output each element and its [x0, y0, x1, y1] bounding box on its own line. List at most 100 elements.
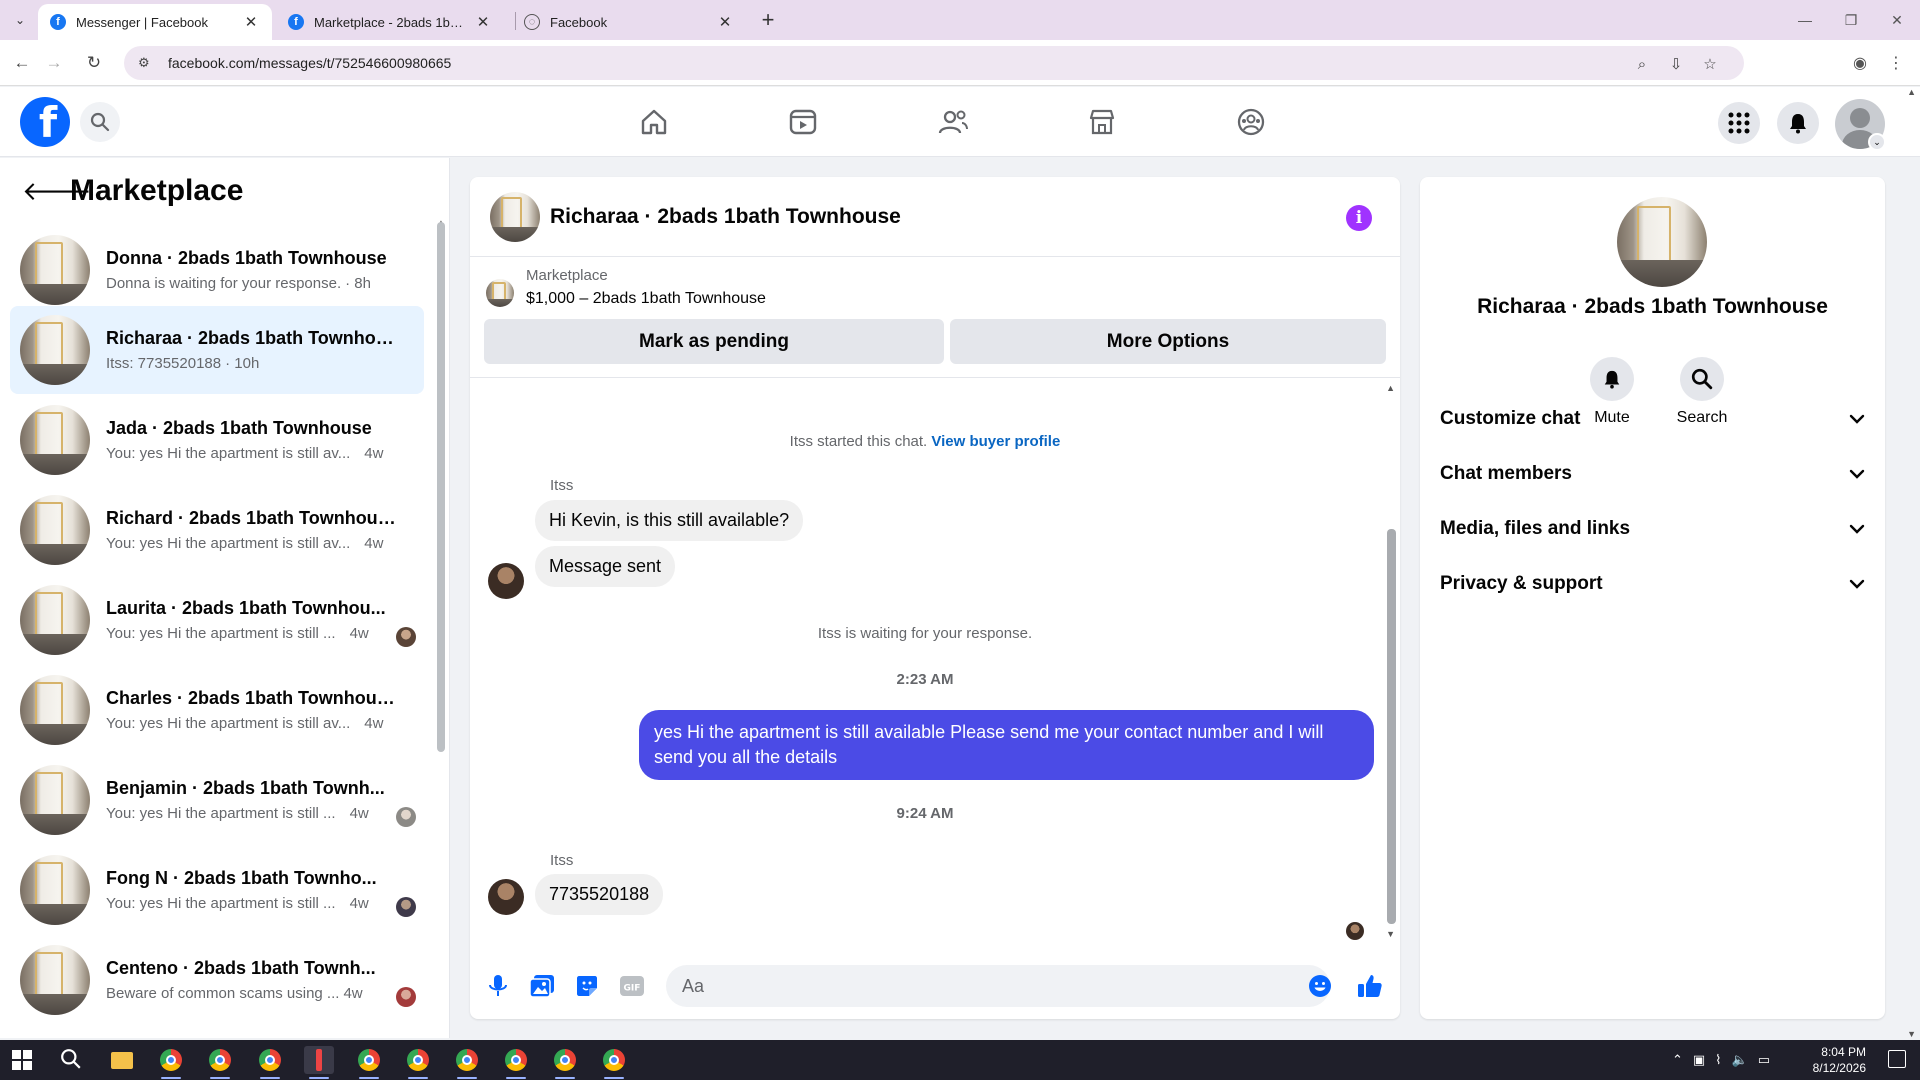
more-options-button[interactable]: More Options [950, 319, 1386, 364]
media-files-links-section[interactable]: Media, files and links [1440, 501, 1865, 556]
conversation-item-benjamin[interactable]: Benjamin · 2bads 1bath Townh... You: yes… [10, 756, 424, 844]
profile-icon[interactable]: ◉ [1848, 51, 1872, 75]
sender-avatar[interactable] [488, 879, 524, 915]
attach-photo-button[interactable] [528, 972, 556, 1000]
address-bar[interactable]: ⚙ facebook.com/messages/t/75254660098066… [124, 46, 1744, 80]
browser-menu-icon[interactable]: ⋮ [1884, 51, 1908, 75]
close-icon[interactable]: ✕ [716, 13, 734, 31]
sender-name: Itss [550, 852, 574, 869]
scroll-up-arrow[interactable]: ▲ [1386, 383, 1395, 393]
scroll-down-arrow[interactable]: ▼ [1386, 929, 1395, 939]
marketplace-nav[interactable] [1082, 102, 1122, 142]
device-icon[interactable]: ▣ [1693, 1052, 1705, 1068]
chevron-down-icon[interactable]: ⌄ [1868, 133, 1886, 151]
file-explorer-icon[interactable] [107, 1046, 137, 1074]
info-icon[interactable]: i [1346, 205, 1372, 231]
chrome-icon[interactable] [452, 1046, 482, 1074]
install-app-icon[interactable]: ⇩ [1666, 55, 1686, 73]
sender-avatar[interactable] [488, 563, 524, 599]
chat-listing-thumbnail[interactable] [490, 191, 540, 242]
groups-nav[interactable] [1231, 102, 1271, 142]
video-nav[interactable] [783, 102, 823, 142]
tab-search-menu-icon[interactable]: ⌄ [9, 9, 31, 31]
chrome-icon[interactable] [255, 1046, 285, 1074]
conversation-item-centeno[interactable]: Centeno · 2bads 1bath Townh... Beware of… [10, 936, 424, 1024]
network-icon[interactable]: ⌇ [1715, 1052, 1721, 1068]
chrome-icon[interactable] [599, 1046, 629, 1074]
conversation-item-richard[interactable]: Richard · 2bads 1bath Townhouse You: yes… [10, 486, 424, 574]
tab-marketplace[interactable]: f Marketplace - 2bads 1bath Townhouse ✕ [276, 4, 504, 40]
microphone-button[interactable] [484, 972, 512, 1000]
chrome-icon[interactable] [550, 1046, 580, 1074]
chrome-icon[interactable] [501, 1046, 531, 1074]
chrome-icon[interactable] [403, 1046, 433, 1074]
chrome-icon[interactable] [354, 1046, 384, 1074]
details-listing-thumbnail[interactable] [1617, 197, 1707, 287]
site-info-icon[interactable]: ⚙ [138, 55, 154, 71]
search-button[interactable] [80, 102, 120, 142]
reload-icon[interactable]: ↻ [82, 51, 106, 75]
running-indicator [260, 1077, 280, 1079]
scroll-up-arrow[interactable]: ▲ [1907, 87, 1916, 97]
running-indicator [408, 1077, 428, 1079]
incoming-message[interactable]: Message sent [535, 546, 676, 587]
volume-icon[interactable]: 🔈 [1732, 1052, 1748, 1068]
back-arrow-icon[interactable]: 🡐 [22, 176, 92, 207]
facebook-logo[interactable]: f [20, 97, 70, 147]
chrome-icon[interactable] [205, 1046, 235, 1074]
timestamp: 9:24 AM [896, 805, 954, 822]
conversation-item-laurita[interactable]: Laurita · 2bads 1bath Townhou... You: ye… [10, 576, 424, 664]
home-nav[interactable] [634, 102, 674, 142]
panel-header: 🡐 Marketplace [0, 158, 440, 224]
pinned-app-icon[interactable] [304, 1046, 334, 1074]
gif-button[interactable]: GIF [618, 972, 646, 1000]
mark-as-pending-button[interactable]: Mark as pending [484, 319, 944, 364]
chrome-icon[interactable] [156, 1046, 186, 1074]
scroll-down-arrow[interactable]: ▼ [1907, 1029, 1916, 1039]
conversation-item-jada[interactable]: Jada · 2bads 1bath Townhouse You: yes Hi… [10, 396, 424, 484]
outgoing-message[interactable]: yes Hi the apartment is still available … [639, 710, 1374, 780]
listing-thumbnail [20, 315, 90, 385]
friends-nav[interactable] [933, 102, 973, 142]
privacy-support-section[interactable]: Privacy & support [1440, 556, 1865, 611]
chat-members-section[interactable]: Chat members [1440, 446, 1865, 501]
sticker-button[interactable] [573, 972, 601, 1000]
conversation-item-richaraa[interactable]: Richaraa · 2bads 1bath Townhouse Itss: 7… [10, 306, 424, 394]
system-clock[interactable]: 8:04 PM 8/12/2026 [1813, 1044, 1866, 1076]
svg-text:GIF: GIF [624, 984, 641, 994]
display-icon[interactable]: ▭ [1758, 1052, 1770, 1068]
chevron-up-icon[interactable]: ⌃ [1672, 1052, 1683, 1068]
close-icon[interactable]: ✕ [474, 13, 492, 31]
notification-center-icon[interactable] [1888, 1050, 1906, 1068]
chat-title[interactable]: Richaraa · 2bads 1bath Townhouse [550, 205, 901, 229]
emoji-button[interactable] [1306, 972, 1334, 1000]
tab-facebook[interactable]: ◌ Facebook ✕ [512, 4, 746, 40]
bookmark-star-icon[interactable]: ☆ [1700, 55, 1720, 73]
message-input[interactable] [666, 965, 1330, 1007]
like-button[interactable] [1356, 972, 1384, 1000]
conversation-item-charles[interactable]: Charles · 2bads 1bath Townhouse You: yes… [10, 666, 424, 754]
windows-start-icon[interactable] [12, 1050, 32, 1070]
new-tab-button[interactable]: + [756, 6, 780, 34]
conversation-item-fong-n[interactable]: Fong N · 2bads 1bath Townho... You: yes … [10, 846, 424, 934]
incoming-message[interactable]: Hi Kevin, is this still available? [535, 500, 804, 541]
close-window-icon[interactable]: ✕ [1874, 0, 1920, 40]
notifications-button[interactable] [1777, 102, 1819, 144]
restore-icon[interactable]: ❐ [1828, 0, 1874, 40]
minimize-icon[interactable]: — [1782, 0, 1828, 40]
incoming-message[interactable]: 7735520188 [535, 874, 664, 915]
tab-messenger[interactable]: f Messenger | Facebook ✕ [38, 4, 272, 40]
listing-price-title[interactable]: $1,000 – 2bads 1bath Townhouse [526, 290, 766, 308]
scrollbar-thumb[interactable] [437, 222, 445, 752]
zoom-icon[interactable]: ⌕ [1632, 56, 1652, 73]
forward-arrow-icon[interactable]: → [42, 51, 66, 75]
view-buyer-profile-link[interactable]: View buyer profile [931, 433, 1060, 450]
menu-button[interactable] [1718, 102, 1760, 144]
back-arrow-icon[interactable]: ← [10, 51, 34, 75]
page-scrollbar[interactable]: ▲ ▼ [1906, 87, 1920, 1039]
customize-chat-section[interactable]: Customize chat [1440, 391, 1865, 446]
conversation-item-donna[interactable]: Donna · 2bads 1bath Townhouse Donna is w… [10, 226, 424, 314]
chat-scrollbar-thumb[interactable] [1387, 529, 1396, 924]
search-icon[interactable] [60, 1048, 84, 1072]
close-icon[interactable]: ✕ [242, 13, 260, 31]
